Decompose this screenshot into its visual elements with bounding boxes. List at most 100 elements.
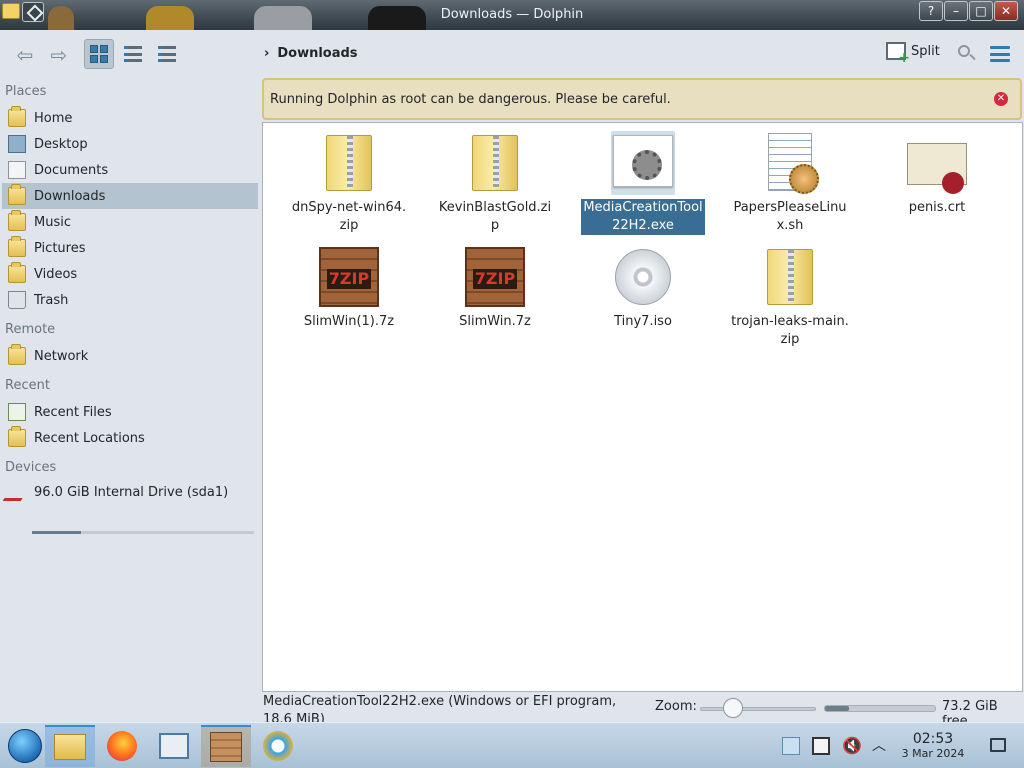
volume-muted-icon[interactable]: 🔇 xyxy=(842,737,862,755)
executable-icon xyxy=(611,131,675,195)
sidebar-item-downloads[interactable]: Downloads xyxy=(2,183,258,209)
file-item[interactable]: penis.crt xyxy=(875,131,999,217)
warning-text: Running Dolphin as root can be dangerous… xyxy=(270,91,671,107)
show-desktop-icon[interactable] xyxy=(990,738,1006,752)
section-title-remote: Remote xyxy=(5,322,56,337)
sidebar-item-recent-files[interactable]: Recent Files xyxy=(2,399,258,425)
shell-script-icon xyxy=(758,131,822,195)
breadcrumb-item-downloads[interactable]: Downloads xyxy=(277,46,357,61)
status-bar: MediaCreationTool22H2.exe (Windows or EF… xyxy=(0,692,1024,729)
sidebar-item-pictures[interactable]: Pictures xyxy=(2,235,258,261)
downloads-folder-icon xyxy=(8,184,26,205)
minimize-button[interactable]: – xyxy=(944,1,968,21)
zoom-slider-handle[interactable] xyxy=(723,698,743,718)
icons-view-icon xyxy=(90,45,108,63)
arrow-right-icon: ⇨ xyxy=(50,43,68,67)
7z-archive-icon: 7ZIP xyxy=(317,245,381,309)
zip-archive-icon xyxy=(463,131,527,195)
notes-tray-icon[interactable] xyxy=(812,737,830,755)
root-warning-banner: Running Dolphin as root can be dangerous… xyxy=(262,78,1022,120)
start-menu-button[interactable] xyxy=(0,725,50,767)
window-title: Downloads — Dolphin xyxy=(440,7,584,22)
recent-files-icon xyxy=(8,403,26,421)
close-banner-icon[interactable]: ✕ xyxy=(994,92,1008,106)
pictures-folder-icon xyxy=(8,236,26,257)
home-folder-icon xyxy=(8,106,26,127)
file-item[interactable]: dnSpy-net-win64.zip xyxy=(287,131,411,235)
sidebar-item-internal-drive[interactable]: 96.0 GiB Internal Drive (sda1) xyxy=(2,479,258,505)
taskbar: 🔇 ︿ 02:53 3 Mar 2024 xyxy=(0,722,1024,768)
help-button[interactable]: ? xyxy=(919,1,943,21)
search-button[interactable] xyxy=(956,43,978,65)
search-icon xyxy=(958,45,970,57)
windows-orb-icon xyxy=(8,729,42,763)
sidebar-item-network[interactable]: Network xyxy=(2,343,258,369)
7z-archive-icon: 7ZIP xyxy=(463,245,527,309)
network-folder-icon xyxy=(8,344,26,365)
window-controls: ? – □ ✕ xyxy=(919,1,1018,21)
zoom-label: Zoom: xyxy=(655,699,697,714)
back-button[interactable]: ⇦ xyxy=(8,40,42,70)
task-browser[interactable] xyxy=(253,725,303,767)
section-title-places: Places xyxy=(5,84,47,99)
arrow-left-icon: ⇦ xyxy=(16,43,34,67)
sidebar-item-music[interactable]: Music xyxy=(2,209,258,235)
file-view[interactable]: dnSpy-net-win64.zip KevinBlastGold.zip M… xyxy=(262,122,1023,692)
maximize-button[interactable]: □ xyxy=(969,1,993,21)
sidebar-item-trash[interactable]: Trash xyxy=(2,287,258,313)
hamburger-menu-button[interactable] xyxy=(990,46,1010,62)
trash-icon xyxy=(8,291,26,309)
file-item[interactable]: KevinBlastGold.zip xyxy=(433,131,557,235)
music-folder-icon xyxy=(8,210,26,231)
file-item[interactable]: PapersPleaseLinux.sh xyxy=(728,131,852,235)
videos-folder-icon xyxy=(8,262,26,283)
task-file-manager[interactable] xyxy=(45,725,95,767)
folder-icon xyxy=(54,734,86,760)
clock[interactable]: 02:53 3 Mar 2024 xyxy=(896,731,970,761)
section-title-devices: Devices xyxy=(5,460,57,475)
task-system-settings[interactable] xyxy=(149,725,199,767)
desktop-icon xyxy=(8,135,26,153)
compact-view-button[interactable] xyxy=(118,39,148,69)
chevron-up-icon[interactable]: ︿ xyxy=(870,737,888,755)
clipboard-tray-icon[interactable] xyxy=(782,737,800,755)
split-button[interactable]: Split xyxy=(886,42,940,66)
sidebar-item-videos[interactable]: Videos xyxy=(2,261,258,287)
sidebar-item-documents[interactable]: Documents xyxy=(2,157,258,183)
icons-view-button[interactable] xyxy=(84,39,114,69)
breadcrumb[interactable]: › Downloads xyxy=(264,46,358,61)
firefox-icon xyxy=(107,731,137,761)
disc-image-icon xyxy=(611,245,675,309)
split-label: Split xyxy=(911,43,940,59)
zip-archive-icon xyxy=(758,245,822,309)
close-button[interactable]: ✕ xyxy=(994,1,1018,21)
file-item[interactable]: 7ZIP SlimWin(1).7z xyxy=(287,245,411,331)
places-panel: Places Home Desktop Documents Downloads … xyxy=(0,78,260,722)
file-item-selected[interactable]: MediaCreationTool22H2.exe xyxy=(581,131,705,235)
compact-view-icon xyxy=(124,46,142,62)
title-bar: Downloads — Dolphin ? – □ ✕ xyxy=(0,0,1024,30)
sidebar-item-desktop[interactable]: Desktop xyxy=(2,131,258,157)
monitor-settings-icon xyxy=(159,733,189,759)
package-box-icon xyxy=(210,732,242,762)
documents-icon xyxy=(8,161,26,179)
task-archive-manager[interactable] xyxy=(201,725,251,767)
zip-archive-icon xyxy=(317,131,381,195)
zoom-slider-track[interactable] xyxy=(700,707,816,711)
sidebar-item-recent-locations[interactable]: Recent Locations xyxy=(2,425,258,451)
section-title-recent: Recent xyxy=(5,378,50,393)
free-space-bar xyxy=(824,705,936,712)
certificate-icon xyxy=(905,131,969,195)
drive-usage-bar xyxy=(32,531,254,534)
task-firefox[interactable] xyxy=(97,725,147,767)
chrome-icon xyxy=(263,731,293,761)
file-item[interactable]: Tiny7.iso xyxy=(581,245,705,331)
split-view-icon xyxy=(886,42,910,66)
details-view-icon xyxy=(158,46,176,62)
forward-button[interactable]: ⇨ xyxy=(42,40,76,70)
sidebar-item-home[interactable]: Home xyxy=(2,105,258,131)
details-view-button[interactable] xyxy=(152,39,182,69)
recent-locations-icon xyxy=(8,426,26,447)
file-item[interactable]: trojan-leaks-main.zip xyxy=(728,245,852,349)
file-item[interactable]: 7ZIP SlimWin.7z xyxy=(433,245,557,331)
